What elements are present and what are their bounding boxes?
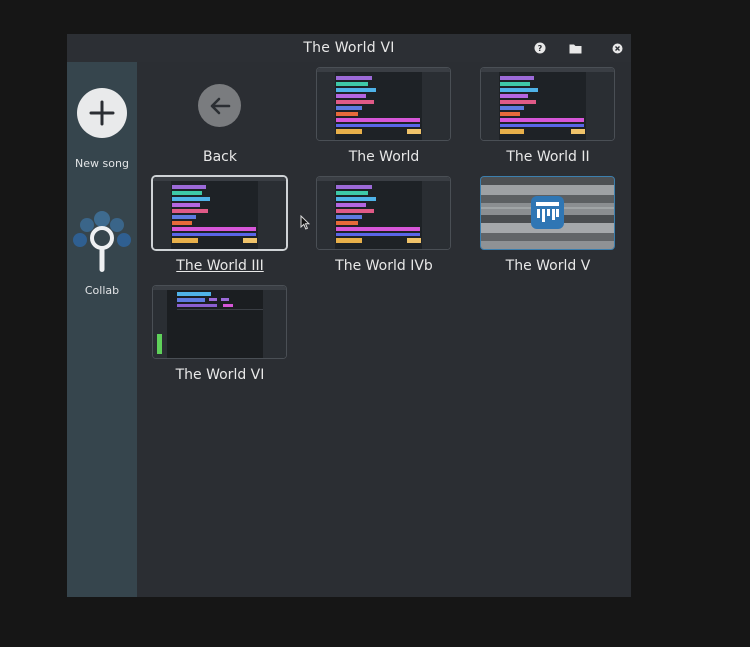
arrow-left-icon	[210, 97, 230, 114]
new-song-label[interactable]: New song	[67, 157, 137, 170]
song-title: The World III	[176, 258, 264, 274]
song-title: The World IVb	[335, 258, 433, 274]
sidebar: New song Collab	[67, 62, 137, 597]
mouse-cursor-icon	[300, 215, 310, 230]
new-song-button[interactable]	[77, 88, 127, 138]
song-grid: Back The World The World II The World II…	[137, 62, 631, 597]
back-label: Back	[203, 149, 237, 165]
folder-icon[interactable]	[568, 41, 582, 55]
song-browser-window: The World VI ? New song Collab Back The …	[67, 34, 631, 597]
title-bar: The World VI ?	[67, 34, 631, 62]
plus-icon	[89, 100, 115, 126]
song-thumbnail[interactable]	[153, 286, 286, 358]
help-icon[interactable]: ?	[533, 41, 547, 55]
song-thumbnail[interactable]	[317, 177, 450, 249]
song-title: The World VI	[175, 367, 265, 383]
close-icon[interactable]	[610, 41, 624, 55]
song-thumbnail[interactable]	[153, 177, 286, 249]
song-thumbnail[interactable]	[481, 177, 614, 249]
collab-icon[interactable]	[70, 205, 134, 275]
song-title: The World II	[506, 149, 590, 165]
song-title: The World	[348, 149, 420, 165]
back-button[interactable]	[198, 84, 241, 127]
svg-text:?: ?	[538, 44, 543, 53]
song-title: The World V	[505, 258, 591, 274]
song-thumbnail[interactable]	[481, 68, 614, 140]
collab-label[interactable]: Collab	[67, 284, 137, 297]
song-thumbnail[interactable]	[317, 68, 450, 140]
